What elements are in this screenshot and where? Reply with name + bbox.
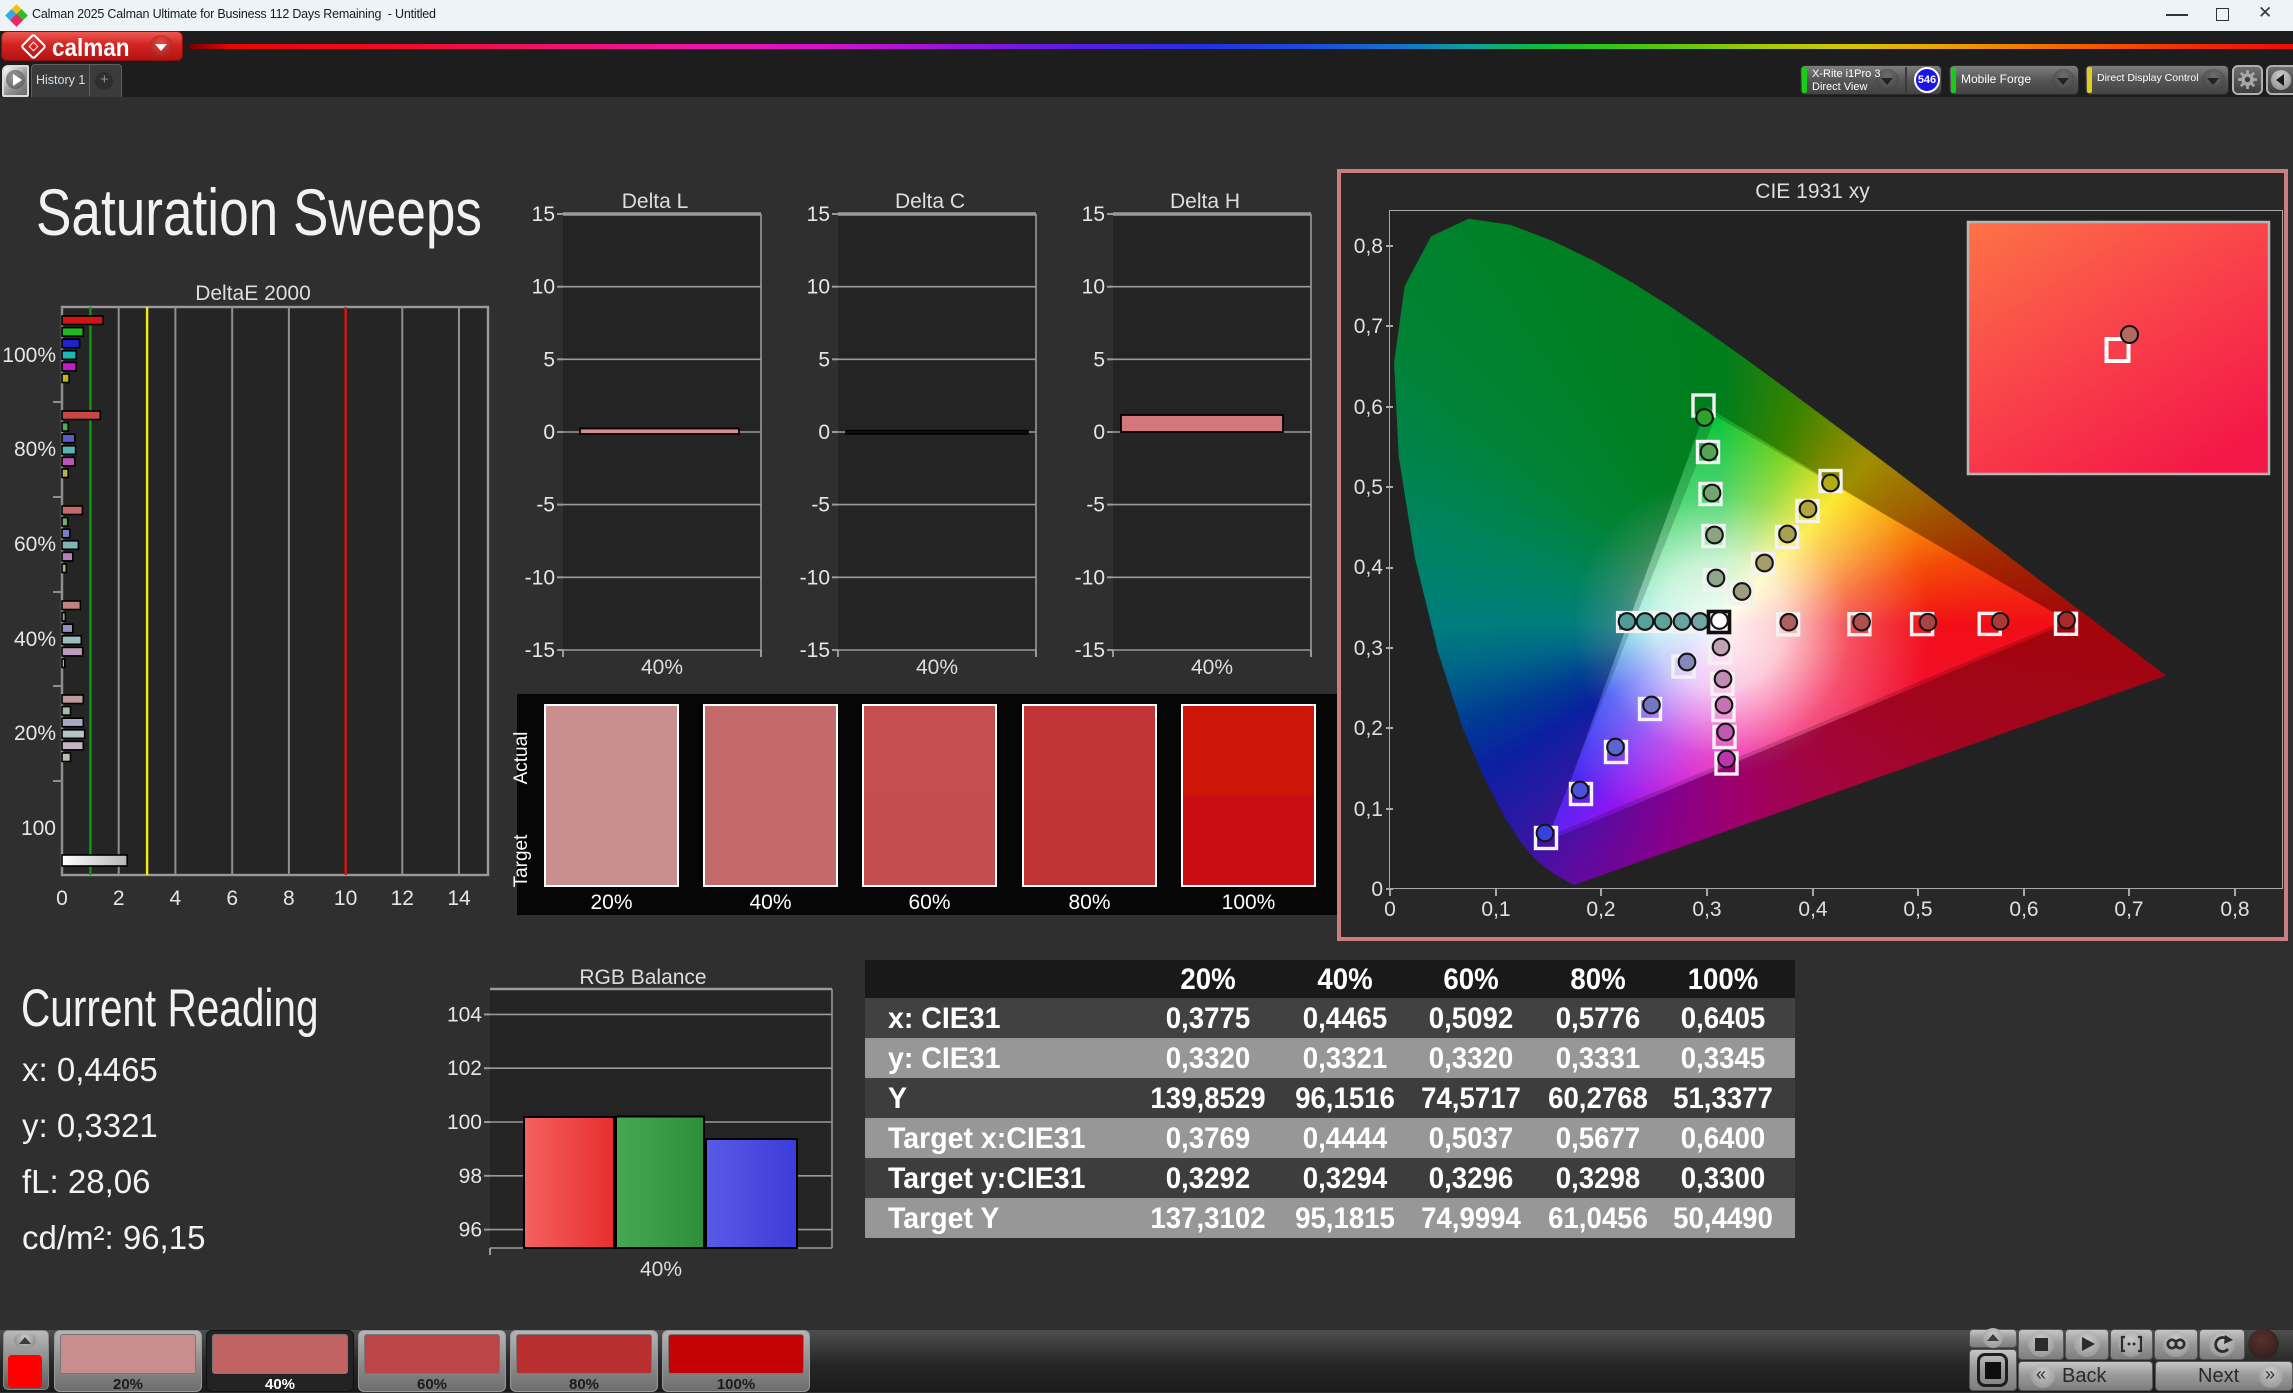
svg-text:10: 10 xyxy=(807,276,830,299)
svg-text:8: 8 xyxy=(283,887,295,910)
svg-text:-5: -5 xyxy=(811,494,830,517)
svg-text:2: 2 xyxy=(113,887,125,910)
svg-text:Delta H: Delta H xyxy=(1170,190,1240,213)
svg-text:Delta C: Delta C xyxy=(895,190,965,213)
svg-text:15: 15 xyxy=(532,203,555,226)
svg-text:60%: 60% xyxy=(14,533,56,556)
svg-text:100: 100 xyxy=(447,1111,482,1134)
svg-text:40%: 40% xyxy=(1191,656,1233,679)
svg-text:0: 0 xyxy=(543,421,555,444)
svg-text:0: 0 xyxy=(818,421,830,444)
svg-text:40%: 40% xyxy=(641,656,683,679)
svg-text:-10: -10 xyxy=(525,566,555,589)
svg-text:-10: -10 xyxy=(800,566,830,589)
svg-text:0: 0 xyxy=(56,887,68,910)
svg-text:104: 104 xyxy=(447,1003,482,1026)
svg-text:5: 5 xyxy=(818,348,830,371)
svg-text:40%: 40% xyxy=(916,656,958,679)
svg-text:100%: 100% xyxy=(2,344,56,367)
svg-text:5: 5 xyxy=(543,348,555,371)
svg-text:40%: 40% xyxy=(640,1258,682,1281)
svg-text:15: 15 xyxy=(1082,203,1105,226)
svg-text:14: 14 xyxy=(447,887,471,910)
svg-text:-15: -15 xyxy=(1075,639,1105,662)
svg-text:10: 10 xyxy=(532,276,555,299)
svg-text:RGB Balance: RGB Balance xyxy=(579,966,706,989)
svg-text:10: 10 xyxy=(334,887,357,910)
svg-text:-10: -10 xyxy=(1075,566,1105,589)
svg-text:6: 6 xyxy=(226,887,238,910)
svg-text:15: 15 xyxy=(807,203,830,226)
svg-text:5: 5 xyxy=(1093,348,1105,371)
svg-text:-5: -5 xyxy=(536,494,555,517)
svg-text:96: 96 xyxy=(459,1219,482,1242)
svg-text:40%: 40% xyxy=(14,628,56,651)
svg-text:98: 98 xyxy=(459,1165,482,1188)
svg-text:-5: -5 xyxy=(1086,494,1105,517)
svg-text:20%: 20% xyxy=(14,722,56,745)
svg-text:-15: -15 xyxy=(800,639,830,662)
svg-text:10: 10 xyxy=(1082,276,1105,299)
svg-text:12: 12 xyxy=(391,887,414,910)
svg-text:4: 4 xyxy=(170,887,182,910)
svg-text:0: 0 xyxy=(1093,421,1105,444)
svg-text:102: 102 xyxy=(447,1057,482,1080)
svg-text:Delta L: Delta L xyxy=(622,190,689,213)
svg-text:-15: -15 xyxy=(525,639,555,662)
svg-text:80%: 80% xyxy=(14,438,56,461)
svg-text:100: 100 xyxy=(21,817,56,840)
svg-text:DeltaE 2000: DeltaE 2000 xyxy=(195,282,311,305)
